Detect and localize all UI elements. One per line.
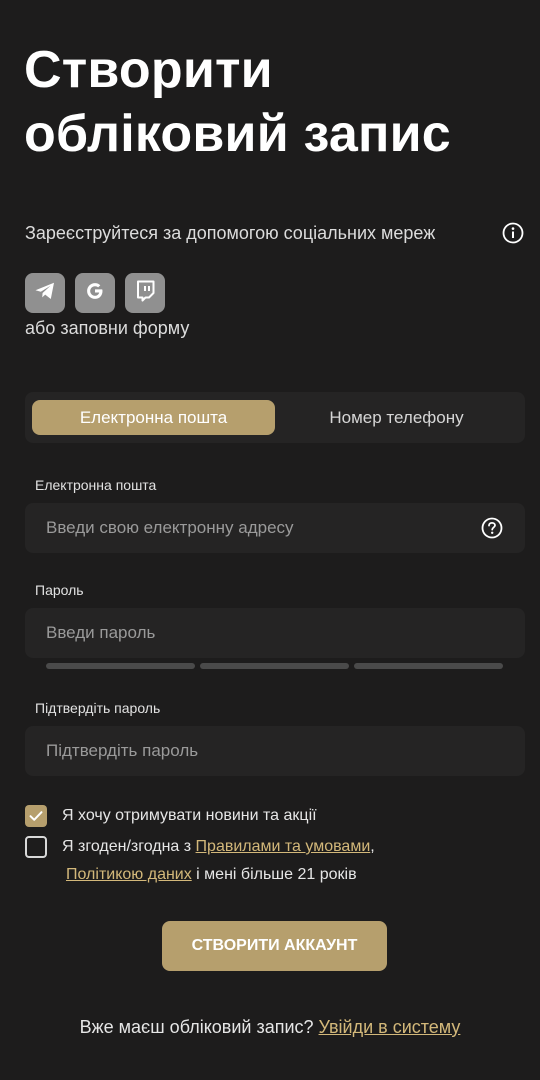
google-button[interactable]	[75, 273, 115, 313]
page-title-line1: Створити	[24, 41, 273, 99]
news-checkbox[interactable]	[25, 805, 47, 827]
news-checkbox-label: Я хочу отримувати новини та акції	[62, 807, 317, 824]
or-fill-form-text: або заповни форму	[25, 318, 190, 338]
email-label: Електронна пошта	[35, 477, 157, 493]
terms-checkbox-label: Я згоден/згодна з Правилами та умовами,	[62, 838, 375, 856]
telegram-button[interactable]	[25, 273, 65, 313]
terms-agree-line2: Політикою даних і мені більше 21 років	[66, 866, 357, 884]
news-opt-in-row: Я хочу отримувати новини та акції	[25, 805, 317, 827]
social-signup-row: Зареєструйтеся за допомогою соціальних м…	[25, 219, 525, 247]
terms-checkbox[interactable]	[25, 836, 47, 858]
password-label: Пароль	[35, 582, 84, 598]
twitch-icon	[135, 280, 155, 307]
email-field[interactable]	[46, 518, 480, 538]
login-prompt-text: Вже маєш обліковий запис?	[79, 1017, 319, 1037]
info-icon[interactable]	[501, 221, 525, 245]
strength-segment	[354, 663, 503, 669]
strength-segment	[200, 663, 349, 669]
terms-link[interactable]: Правилами та умовами	[196, 838, 371, 855]
email-field-wrapper	[25, 503, 525, 553]
privacy-policy-link[interactable]: Політикою даних	[66, 866, 192, 883]
social-buttons	[25, 273, 165, 313]
password-field-wrapper	[25, 608, 525, 658]
google-icon	[85, 281, 105, 306]
twitch-button[interactable]	[125, 273, 165, 313]
terms-prefix-text: Я згоден/згодна з	[62, 838, 196, 855]
password-strength-meter	[46, 663, 503, 669]
tab-phone[interactable]: Номер телефону	[275, 400, 518, 435]
tab-email[interactable]: Електронна пошта	[32, 400, 275, 435]
terms-comma: ,	[370, 838, 375, 855]
page-title: Створити обліковий запис	[24, 38, 524, 166]
help-icon[interactable]	[480, 516, 504, 540]
terms-agree-row: Я згоден/згодна з Правилами та умовами,	[25, 836, 375, 858]
social-signup-text: Зареєструйтеся за допомогою соціальних м…	[25, 222, 436, 243]
signup-method-tabs: Електронна пошта Номер телефону	[25, 392, 525, 443]
confirm-password-field[interactable]	[46, 741, 504, 761]
telegram-icon	[34, 281, 56, 306]
confirm-password-label: Підтвердіть пароль	[35, 700, 161, 716]
login-link[interactable]: Увійди в систему	[319, 1017, 461, 1037]
password-field[interactable]	[46, 623, 504, 643]
checkmark-icon	[29, 811, 43, 821]
strength-segment	[46, 663, 195, 669]
age-requirement-text: і мені більше 21 років	[191, 866, 357, 883]
login-prompt: Вже маєш обліковий запис? Увійди в систе…	[0, 1017, 540, 1038]
page-title-line2: обліковий запис	[24, 105, 451, 163]
create-account-button[interactable]: СТВОРИТИ АККАУНТ	[162, 921, 387, 971]
confirm-password-field-wrapper	[25, 726, 525, 776]
